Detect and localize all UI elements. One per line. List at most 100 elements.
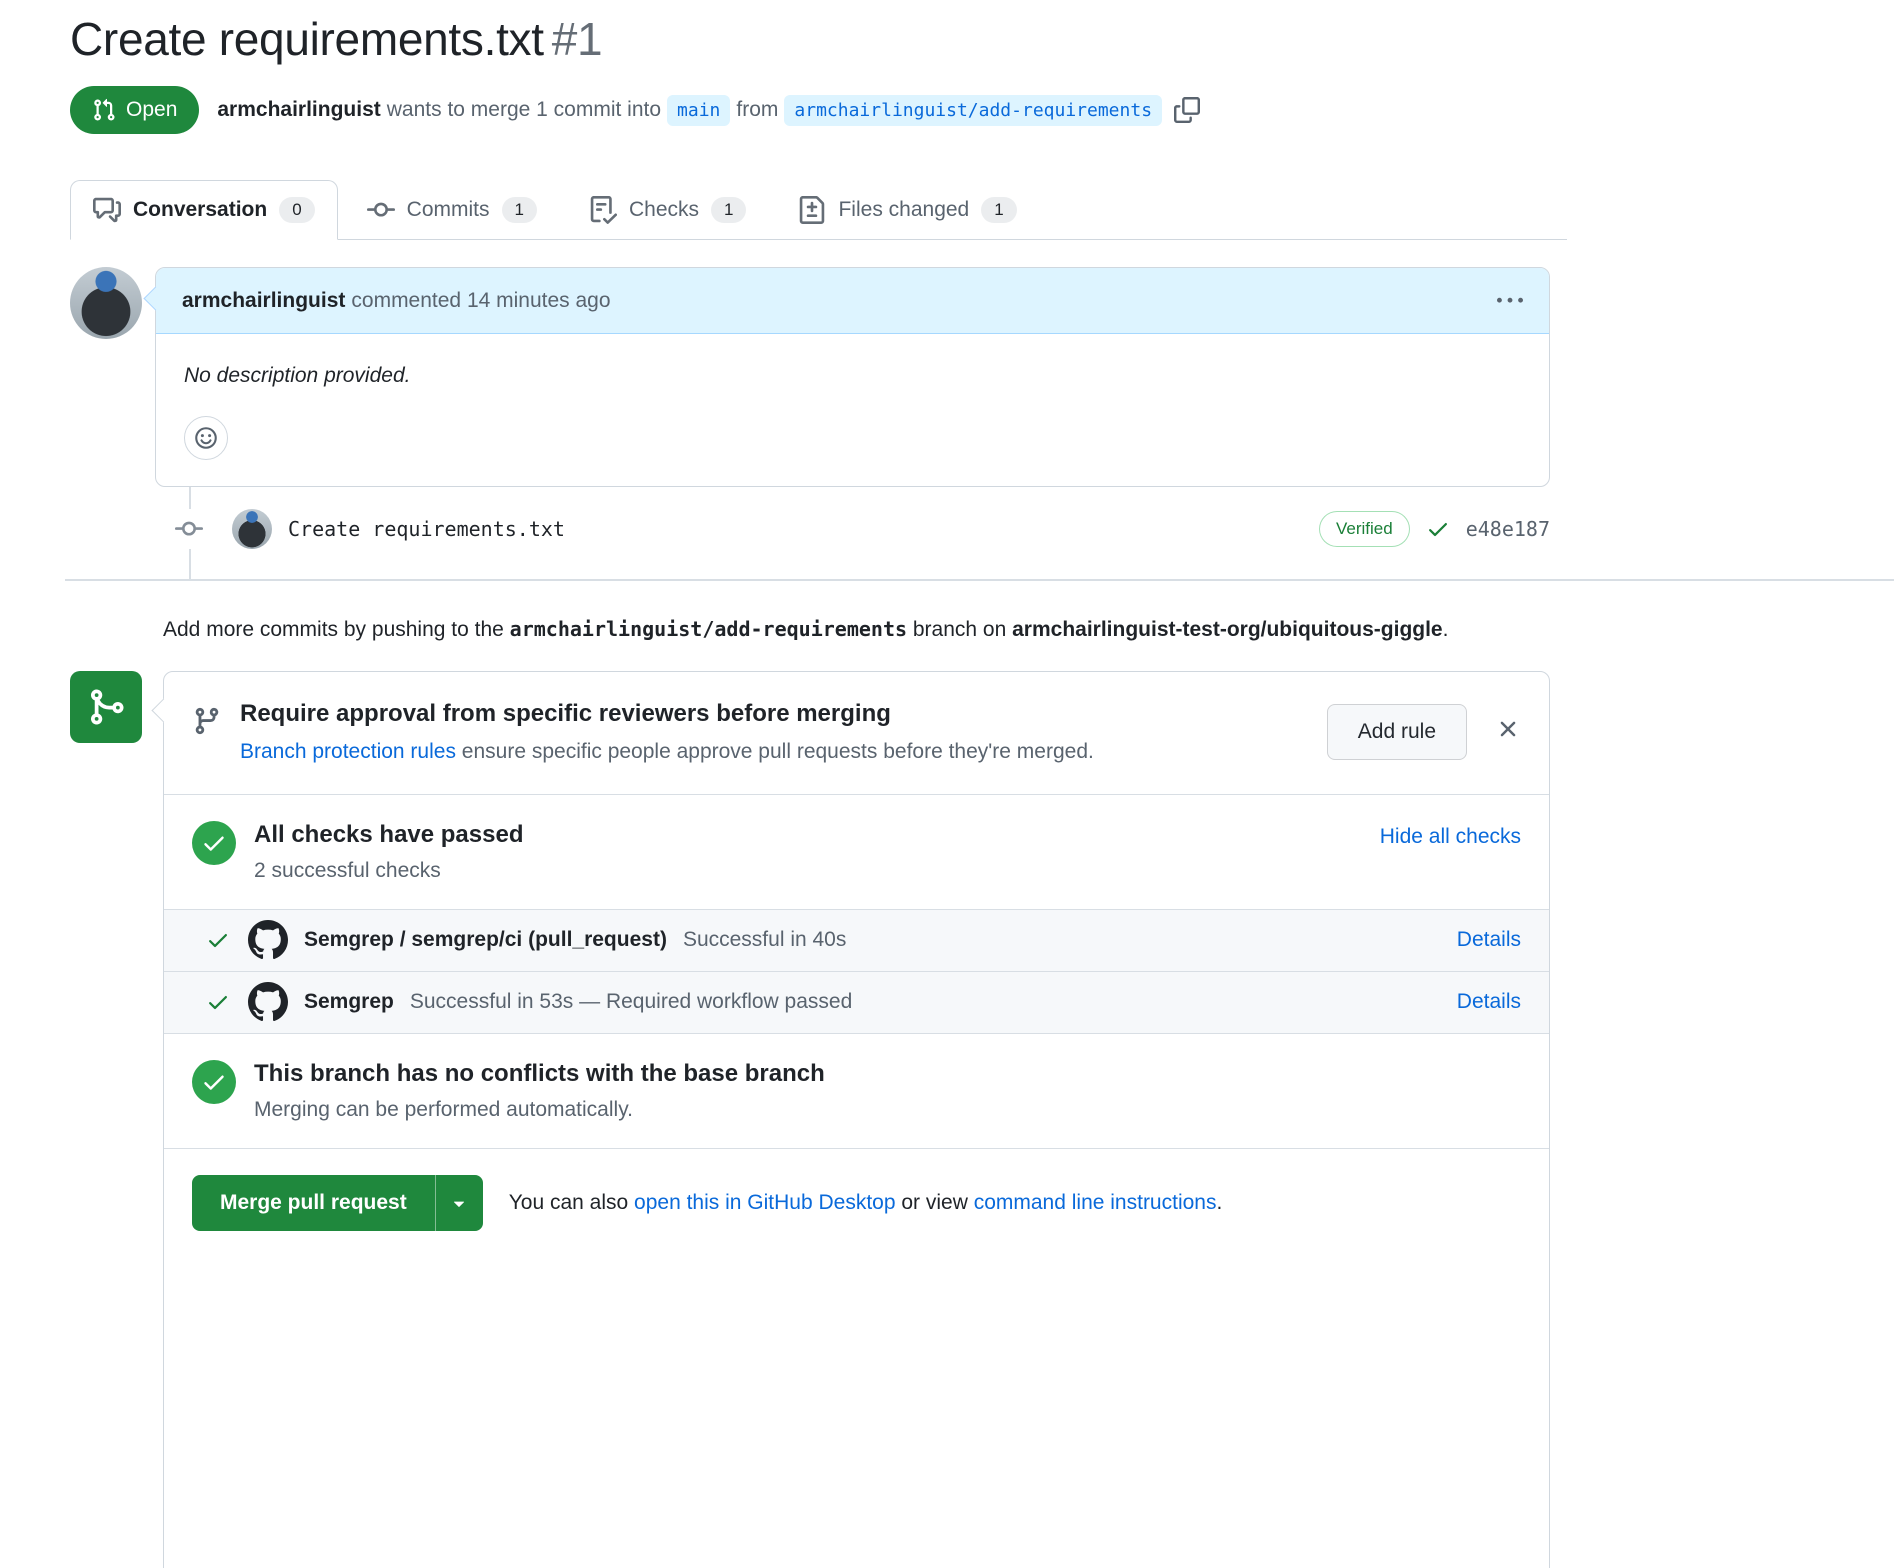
- checks-title: All checks have passed: [254, 821, 1380, 849]
- pr-description-row: armchairlinguist commented 14 minutes ag…: [70, 267, 1567, 487]
- tab-label: Commits: [407, 198, 490, 222]
- tab-counter: 1: [981, 197, 1016, 223]
- checks-passed-icon: [1426, 517, 1450, 541]
- push-note-suffix: .: [1443, 618, 1449, 641]
- pull-request-page: Create requirements.txt#1 Open armchairl…: [0, 0, 1894, 1568]
- git-merge-icon: [86, 687, 126, 727]
- merge-alternatives-text: You can also open this in GitHub Desktop…: [509, 1191, 1223, 1215]
- tab-files-changed[interactable]: Files changed 1: [775, 180, 1039, 240]
- comment-author-link[interactable]: armchairlinguist: [182, 289, 345, 313]
- comment-header: armchairlinguist commented 14 minutes ag…: [156, 268, 1549, 334]
- no-conflicts-subtitle: Merging can be performed automatically.: [254, 1098, 1521, 1122]
- commit-message-link[interactable]: Create requirements.txt: [288, 517, 565, 541]
- check-icon: [201, 1069, 227, 1095]
- pr-timeline: armchairlinguist commented 14 minutes ag…: [70, 267, 1567, 549]
- git-commit-icon: [367, 196, 395, 224]
- push-note-repo: armchairlinguist-test-org/ubiquitous-gig…: [1012, 618, 1443, 641]
- branch-protection-section: Require approval from specific reviewers…: [164, 672, 1549, 794]
- smiley-icon: [194, 426, 218, 450]
- triangle-down-icon: [448, 1192, 470, 1214]
- merge-actions-section: Merge pull request You can also open thi…: [164, 1148, 1549, 1568]
- checks-subtitle: 2 successful checks: [254, 859, 1380, 883]
- pr-header-section: Create requirements.txt#1 Open armchairl…: [70, 0, 1567, 549]
- page-title: Create requirements.txt#1: [70, 0, 1567, 66]
- tab-commits[interactable]: Commits 1: [344, 180, 560, 240]
- git-pull-request-icon: [92, 98, 116, 122]
- commit-marker: [174, 509, 204, 549]
- copy-icon: [1174, 97, 1200, 123]
- pr-from-text: from: [736, 98, 778, 122]
- merge-status-icon: [70, 671, 142, 743]
- kebab-horizontal-icon: [1497, 288, 1523, 314]
- check-details-link[interactable]: Details: [1457, 990, 1521, 1014]
- protection-title: Require approval from specific reviewers…: [240, 700, 1327, 728]
- protection-subtitle-text: ensure specific people approve pull requ…: [456, 740, 1094, 763]
- no-conflicts-section: This branch has no conflicts with the ba…: [164, 1033, 1549, 1148]
- footer-middle: or view: [896, 1191, 974, 1214]
- git-branch-icon: [192, 706, 222, 736]
- pr-meta-row: Open armchairlinguist wants to merge 1 c…: [70, 86, 1567, 134]
- push-note: Add more commits by pushing to the armch…: [163, 613, 1507, 647]
- dismiss-protection-button[interactable]: [1495, 716, 1521, 742]
- file-diff-icon: [798, 196, 826, 224]
- comment-body: No description provided.: [156, 334, 1549, 486]
- merge-split-button: Merge pull request: [192, 1175, 483, 1231]
- merge-actions-row: Merge pull request You can also open thi…: [192, 1175, 1521, 1231]
- hide-all-checks-link[interactable]: Hide all checks: [1380, 825, 1521, 849]
- git-commit-icon: [175, 515, 203, 543]
- commit-entry: Create requirements.txt Verified e48e187: [70, 509, 1550, 549]
- pr-number: #1: [552, 13, 603, 65]
- comment-discussion-icon: [93, 196, 121, 224]
- check-details-link[interactable]: Details: [1457, 928, 1521, 952]
- add-reaction-button[interactable]: [184, 416, 228, 460]
- head-branch-label[interactable]: armchairlinguist/add-requirements: [784, 95, 1162, 126]
- check-run-row: Semgrep / semgrep/ci (pull_request) Succ…: [164, 909, 1549, 971]
- check-run-row: Semgrep Successful in 53s — Required wor…: [164, 971, 1549, 1033]
- push-note-branch: armchairlinguist/add-requirements: [510, 617, 907, 641]
- merge-area: Require approval from specific reviewers…: [70, 671, 1567, 1568]
- commit-sha-link[interactable]: e48e187: [1466, 517, 1550, 541]
- pr-author-link[interactable]: armchairlinguist: [217, 98, 380, 122]
- tab-conversation[interactable]: Conversation 0: [70, 180, 338, 240]
- check-icon: [206, 928, 230, 952]
- no-conflicts-text: This branch has no conflicts with the ba…: [254, 1060, 1521, 1122]
- add-rule-button[interactable]: Add rule: [1327, 704, 1467, 760]
- pr-title-text: Create requirements.txt: [70, 13, 544, 65]
- commit-author-avatar[interactable]: [232, 509, 272, 549]
- github-desktop-link[interactable]: open this in GitHub Desktop: [634, 1191, 895, 1214]
- checks-summary-text: All checks have passed 2 successful chec…: [254, 821, 1380, 883]
- check-icon: [206, 990, 230, 1014]
- check-run-name: Semgrep / semgrep/ci (pull_request): [304, 928, 667, 952]
- pr-tabs: Conversation 0 Commits 1 Checks 1 Files …: [70, 180, 1567, 240]
- branch-protection-rules-link[interactable]: Branch protection rules: [240, 740, 456, 763]
- tab-counter: 1: [711, 197, 746, 223]
- command-line-instructions-link[interactable]: command line instructions: [974, 1191, 1217, 1214]
- comment-options-button[interactable]: [1497, 288, 1523, 314]
- github-logo-icon: [248, 920, 288, 960]
- github-mark: [248, 920, 288, 960]
- checks-summary-section: All checks have passed 2 successful chec…: [164, 794, 1549, 909]
- footer-prefix: You can also: [509, 1191, 634, 1214]
- check-run-status: Successful in 40s: [683, 928, 846, 952]
- comment-text: No description provided.: [184, 364, 1521, 388]
- check-run-status: Successful in 53s — Required workflow pa…: [410, 990, 852, 1014]
- merge-options-button[interactable]: [435, 1175, 483, 1231]
- x-icon: [1495, 716, 1521, 742]
- github-logo-icon: [248, 982, 288, 1022]
- pr-action-text: wants to merge 1 commit into: [387, 98, 661, 122]
- checklist-icon: [589, 196, 617, 224]
- timeline-divider: [65, 579, 1894, 581]
- tab-checks[interactable]: Checks 1: [566, 180, 770, 240]
- checks-passed-circle-icon: [192, 821, 236, 865]
- base-branch-label[interactable]: main: [667, 95, 730, 126]
- pr-state-label: Open: [126, 98, 177, 122]
- comment-author-avatar[interactable]: [70, 267, 142, 339]
- tab-counter: 0: [279, 197, 314, 223]
- tab-counter: 1: [502, 197, 537, 223]
- merge-pull-request-button[interactable]: Merge pull request: [192, 1175, 435, 1231]
- verified-badge[interactable]: Verified: [1319, 511, 1410, 547]
- tab-label: Files changed: [838, 198, 969, 222]
- copy-branch-button[interactable]: [1174, 97, 1200, 123]
- tab-label: Checks: [629, 198, 699, 222]
- tab-label: Conversation: [133, 198, 267, 222]
